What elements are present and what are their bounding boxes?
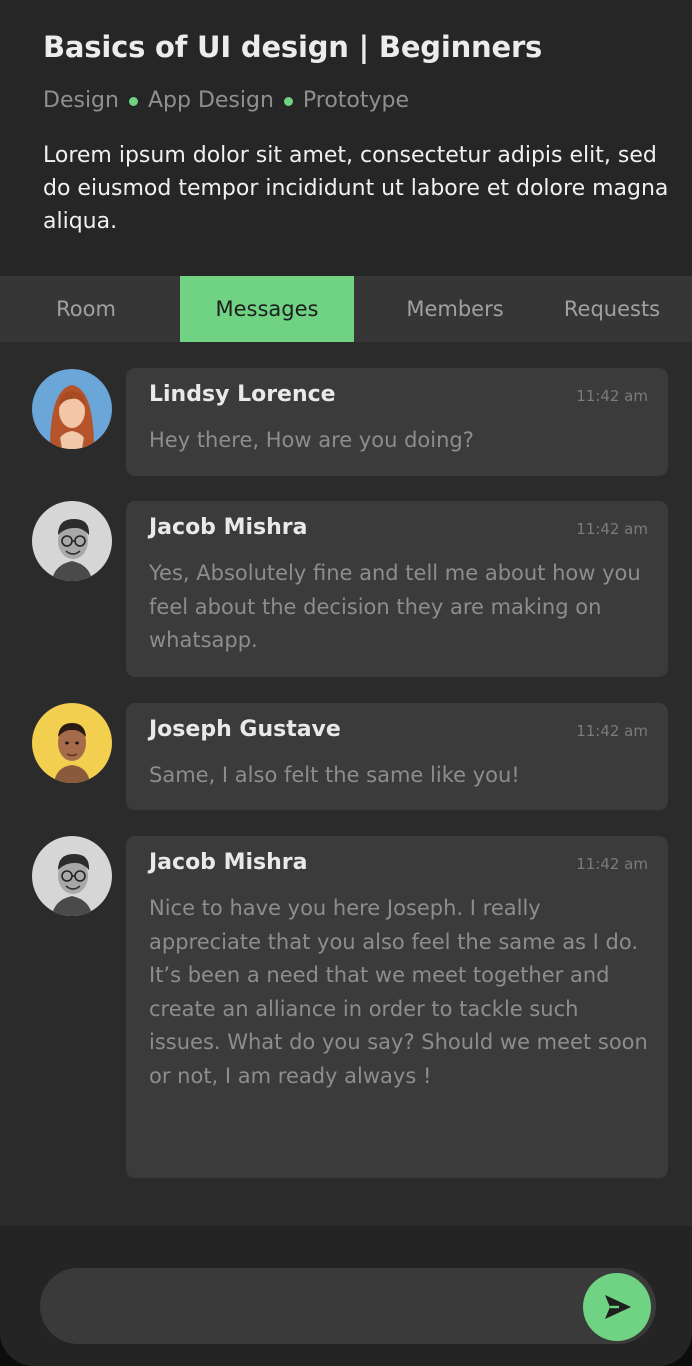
send-icon — [605, 1295, 631, 1319]
course-header: Basics of UI design | Beginners Design A… — [0, 0, 692, 276]
message-time: 11:42 am — [576, 722, 648, 740]
sender-name: Lindsy Lorence — [149, 382, 336, 407]
tab-members[interactable]: Members — [368, 276, 542, 342]
app-screen: Basics of UI design | Beginners Design A… — [0, 0, 692, 1366]
message-bubble: Lindsy Lorence 11:42 am Hey there, How a… — [126, 368, 668, 476]
avatar-joseph[interactable] — [32, 703, 112, 783]
category-tag: App Design — [147, 88, 274, 113]
separator-dot-icon — [283, 97, 293, 106]
message-time: 11:42 am — [576, 387, 648, 405]
message-bubble: Joseph Gustave 11:42 am Same, I also fel… — [126, 703, 668, 810]
avatar-lindsy[interactable] — [32, 369, 112, 449]
sender-name: Joseph Gustave — [149, 717, 341, 742]
message-text: Yes, Absolutely fine and tell me about h… — [149, 561, 641, 652]
message-input[interactable] — [40, 1268, 656, 1344]
avatar-jacob[interactable] — [32, 836, 112, 916]
message-text: Nice to have you here Joseph. I really a… — [149, 896, 648, 1088]
course-categories: Design App Design Prototype — [43, 88, 409, 113]
sender-name: Jacob Mishra — [149, 850, 308, 875]
message-text: Hey there, How are you doing? — [149, 428, 474, 452]
send-button[interactable] — [583, 1273, 651, 1341]
message-time: 11:42 am — [576, 855, 648, 873]
tab-room[interactable]: Room — [0, 276, 172, 342]
tab-bar: Room Messages Members Requests — [0, 276, 692, 342]
message-time: 11:42 am — [576, 520, 648, 538]
avatar-jacob[interactable] — [32, 501, 112, 581]
course-description: Lorem ipsum dolor sit amet, consectetur … — [43, 143, 669, 234]
message-text: Same, I also felt the same like you! — [149, 763, 520, 787]
message-bubble: Jacob Mishra 11:42 am Yes, Absolutely fi… — [126, 501, 668, 677]
separator-dot-icon — [128, 97, 138, 106]
course-title: Basics of UI design | Beginners — [43, 30, 543, 64]
message-composer — [0, 1226, 692, 1366]
tab-messages[interactable]: Messages — [180, 276, 354, 342]
message-bubble: Jacob Mishra 11:42 am Nice to have you h… — [126, 836, 668, 1178]
sender-name: Jacob Mishra — [149, 515, 308, 540]
tab-requests[interactable]: Requests — [542, 276, 682, 342]
category-tag: Design — [43, 88, 119, 113]
category-tag: Prototype — [302, 88, 410, 113]
message-list: Lindsy Lorence 11:42 am Hey there, How a… — [0, 342, 692, 1226]
